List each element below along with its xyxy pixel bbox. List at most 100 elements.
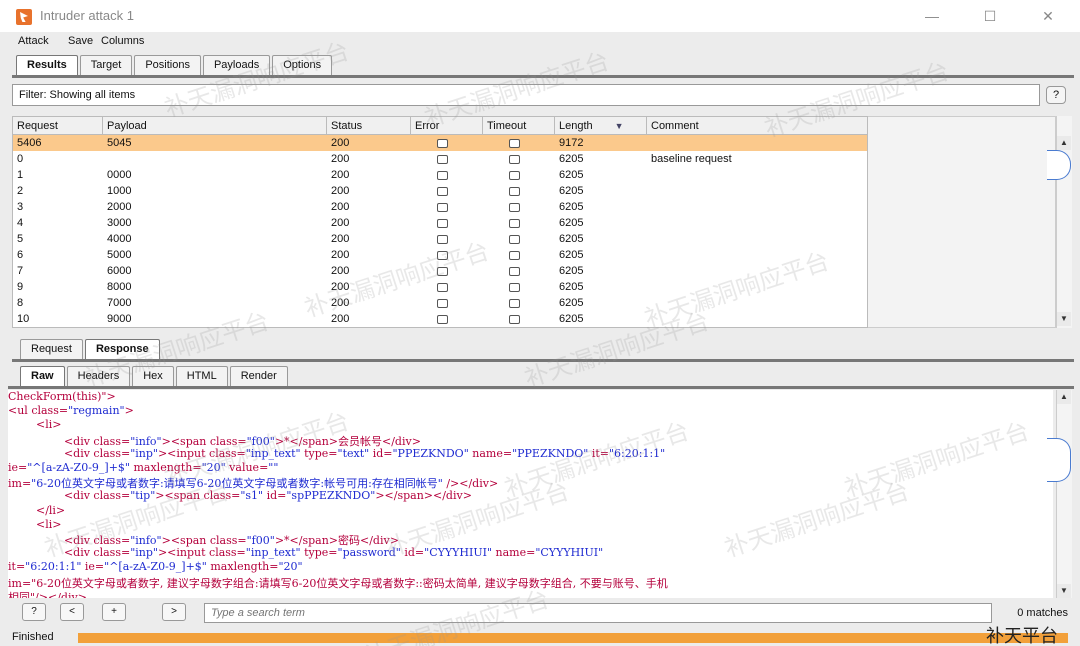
tab-request[interactable]: Request xyxy=(20,339,83,359)
table-row[interactable]: 5 4000 200 6205 xyxy=(13,231,867,247)
search-add-button[interactable]: + xyxy=(102,603,126,621)
minimize-button[interactable]: — xyxy=(922,6,942,26)
match-count: 0 matches xyxy=(1017,607,1068,619)
cell-length: 6205 xyxy=(559,249,584,261)
response-scrollbar[interactable]: ▲ ▼ xyxy=(1047,390,1072,598)
column-comment[interactable]: Comment xyxy=(647,117,867,134)
checkbox-icon xyxy=(437,266,448,276)
tab-payloads[interactable]: Payloads xyxy=(202,55,271,75)
arrow-down-icon[interactable]: ▼ xyxy=(1057,312,1071,326)
tab-options[interactable]: Options xyxy=(272,55,333,75)
checkbox-icon xyxy=(437,314,448,324)
table-row[interactable]: 10 9000 200 6205 xyxy=(13,311,867,327)
tab-headers[interactable]: Headers xyxy=(66,366,131,386)
menu-columns[interactable]: Columns xyxy=(101,35,144,47)
tab-positions[interactable]: Positions xyxy=(134,55,201,75)
cell-comment xyxy=(647,263,867,279)
response-body[interactable]: CheckForm(this)"> <ul class="regmain"> <l… xyxy=(8,390,1053,598)
arrow-down-icon[interactable]: ▼ xyxy=(1057,584,1071,598)
tab-target[interactable]: Target xyxy=(79,55,133,75)
cell-request: 4 xyxy=(17,217,24,229)
cell-error xyxy=(411,247,483,263)
checkbox-icon xyxy=(509,202,520,212)
progress-bar xyxy=(78,633,1068,643)
code-line: 相同"/></div> xyxy=(8,590,87,598)
table-row[interactable]: 1 0000 200 6205 xyxy=(13,167,867,183)
table-row[interactable]: 9 8000 200 6205 xyxy=(13,279,867,295)
cell-comment xyxy=(647,311,867,327)
table-scroll-thumb[interactable] xyxy=(1047,150,1071,180)
tab-response[interactable]: Response xyxy=(84,339,160,359)
response-scroll-thumb[interactable] xyxy=(1047,438,1071,482)
tab-results[interactable]: Results xyxy=(16,55,78,75)
arrow-up-icon[interactable]: ▲ xyxy=(1057,136,1071,150)
cell-length: 6205 xyxy=(559,265,584,277)
column-length[interactable]: Length ▼ xyxy=(555,117,647,134)
cell-error xyxy=(411,151,483,167)
menu-save[interactable]: Save xyxy=(68,35,93,47)
cell-timeout xyxy=(483,151,555,167)
search-next-button[interactable]: > xyxy=(162,603,186,621)
close-button[interactable]: ✕ xyxy=(1038,6,1058,26)
main-tabs: Results Target Positions Payloads Option… xyxy=(16,55,333,75)
checkbox-icon xyxy=(509,138,520,148)
cell-status: 200 xyxy=(331,313,350,325)
cell-status: 200 xyxy=(331,281,350,293)
filter-help-button[interactable]: ? xyxy=(1046,86,1066,104)
cell-timeout xyxy=(483,199,555,215)
checkbox-icon xyxy=(509,282,520,292)
cell-error xyxy=(411,311,483,327)
menu-attack[interactable]: Attack xyxy=(18,35,49,47)
search-help-button[interactable]: ? xyxy=(22,603,46,621)
code-line: <div class="tip"><span class="s1" id="sp… xyxy=(8,489,472,503)
code-line: <ul class="regmain"> xyxy=(8,404,134,418)
table-row[interactable]: 5406 5045 200 9172 xyxy=(13,135,867,151)
cell-comment xyxy=(647,135,867,151)
cell-error xyxy=(411,167,483,183)
table-empty-area xyxy=(868,116,1056,328)
cell-timeout xyxy=(483,263,555,279)
checkbox-icon xyxy=(437,186,448,196)
cell-length: 6205 xyxy=(559,313,584,325)
checkbox-icon xyxy=(437,282,448,292)
code-line: it="6:20:1:1" ie="^[a-zA-Z0-9_]+$" maxle… xyxy=(8,560,303,574)
cell-status: 200 xyxy=(331,249,350,261)
table-row[interactable]: 0 200 6205 baseline request xyxy=(13,151,867,167)
status-bar: Finished xyxy=(0,628,1080,646)
maximize-button[interactable]: ☐ xyxy=(980,6,1000,26)
cell-length: 6205 xyxy=(559,281,584,293)
table-row[interactable]: 3 2000 200 6205 xyxy=(13,199,867,215)
table-scrollbar[interactable]: ▲ ▼ xyxy=(1047,116,1072,328)
cell-length: 6205 xyxy=(559,185,584,197)
tab-render[interactable]: Render xyxy=(229,366,288,386)
table-row[interactable]: 7 6000 200 6205 xyxy=(13,263,867,279)
tab-hex[interactable]: Hex xyxy=(132,366,174,386)
cell-timeout xyxy=(483,311,555,327)
search-prev-button[interactable]: < xyxy=(60,603,84,621)
column-payload[interactable]: Payload xyxy=(103,117,327,134)
filter-bar[interactable]: Filter: Showing all items xyxy=(12,84,1040,106)
results-table: Request Payload Status Error Timeout Len… xyxy=(12,116,868,328)
checkbox-icon xyxy=(437,170,448,180)
checkbox-icon xyxy=(509,234,520,244)
table-row[interactable]: 2 1000 200 6205 xyxy=(13,183,867,199)
table-row[interactable]: 6 5000 200 6205 xyxy=(13,247,867,263)
cell-payload: 5045 xyxy=(107,137,132,149)
search-input[interactable] xyxy=(204,603,992,623)
arrow-up-icon[interactable]: ▲ xyxy=(1057,390,1071,404)
table-row[interactable]: 8 7000 200 6205 xyxy=(13,295,867,311)
column-status[interactable]: Status xyxy=(327,117,411,134)
window-title: Intruder attack 1 xyxy=(40,8,134,23)
cell-length: 6205 xyxy=(559,201,584,213)
column-timeout[interactable]: Timeout xyxy=(483,117,555,134)
cell-request: 3 xyxy=(17,201,24,213)
column-error[interactable]: Error xyxy=(411,117,483,134)
checkbox-icon xyxy=(509,250,520,260)
tab-raw[interactable]: Raw xyxy=(20,366,65,386)
column-request[interactable]: Request xyxy=(13,117,103,134)
tab-html[interactable]: HTML xyxy=(175,366,228,386)
sort-desc-icon: ▼ xyxy=(614,121,624,131)
cell-length: 9172 xyxy=(559,137,584,149)
table-row[interactable]: 4 3000 200 6205 xyxy=(13,215,867,231)
cell-status: 200 xyxy=(331,201,350,213)
